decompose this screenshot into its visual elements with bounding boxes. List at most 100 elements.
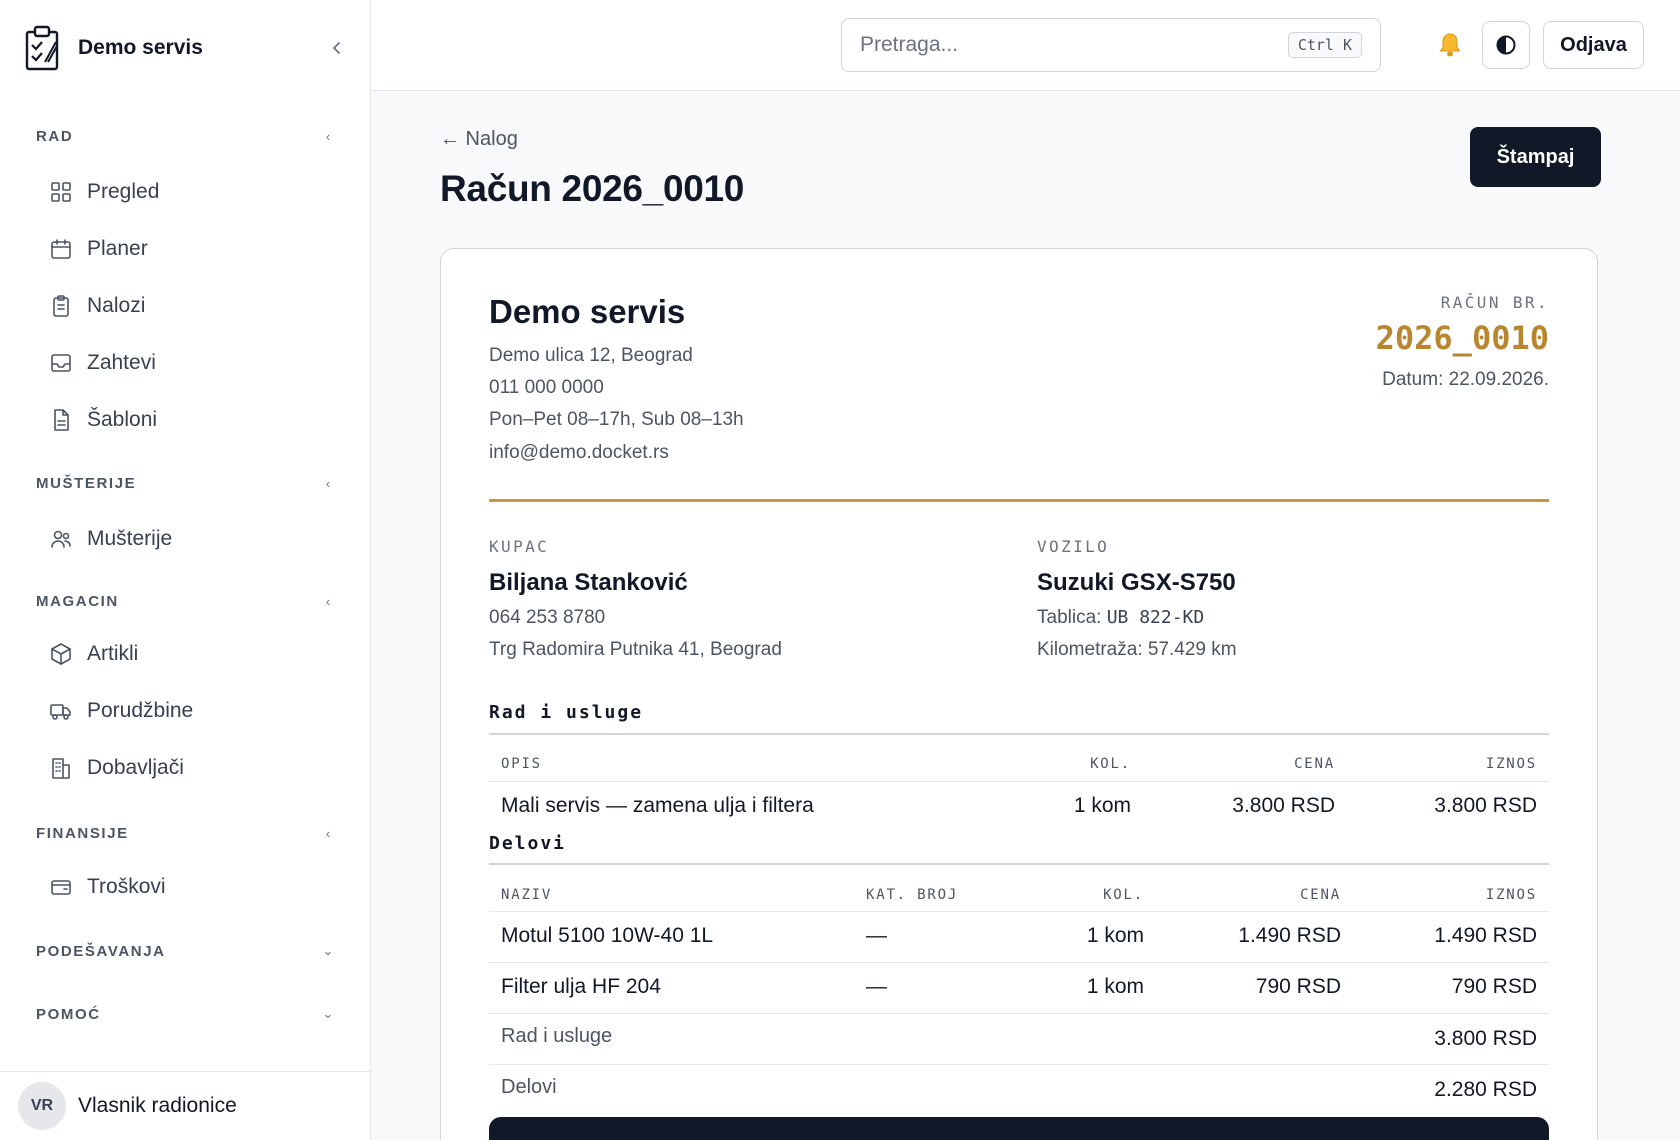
sidebar-item-label: Planer <box>87 237 148 260</box>
section-pomoc[interactable]: POMOĆ ⌄ <box>36 1002 336 1026</box>
service-amount: 3.800 RSD <box>1434 794 1537 817</box>
sidebar-item-nalozi[interactable]: Nalozi <box>36 284 336 328</box>
search-box[interactable]: Ctrl K <box>841 18 1381 72</box>
invoice-date: Datum: 22.09.2026. <box>1382 369 1549 390</box>
chevron-left-icon: ‹ <box>325 825 331 841</box>
half-circle-icon <box>1496 35 1516 55</box>
company-name: Demo servis <box>489 293 686 330</box>
subtotal-label: Rad i usluge <box>501 1025 613 1047</box>
section-podesavanja[interactable]: PODEŠAVANJA ⌄ <box>36 939 336 963</box>
service-description: Mali servis — zamena ulja i filtera <box>501 794 814 817</box>
part-qty: 1 kom <box>1086 975 1144 998</box>
sidebar-collapse-button[interactable] <box>325 36 349 60</box>
section-title: MAGACIN <box>36 592 119 610</box>
inbox-icon <box>46 348 76 378</box>
column-header: OPIS <box>501 756 542 772</box>
part-price: 1.490 RSD <box>1238 924 1341 947</box>
customer-phone: 064 253 8780 <box>489 607 606 628</box>
vehicle-mileage: Kilometraža: 57.429 km <box>1037 639 1237 660</box>
column-header: KOL. <box>1103 887 1144 903</box>
sidebar-item-planer[interactable]: Planer <box>36 227 336 271</box>
chevron-left-icon: ‹ <box>325 128 331 144</box>
section-finansije[interactable]: FINANSIJE ‹ <box>36 821 336 845</box>
column-header: CENA <box>1294 756 1335 772</box>
part-name: Motul 5100 10W-40 1L <box>501 924 714 947</box>
chevron-down-icon: ⌄ <box>322 1006 334 1021</box>
search-input[interactable] <box>860 33 1288 57</box>
package-icon <box>46 639 76 669</box>
divider <box>489 1064 1549 1065</box>
sidebar-item-artikli[interactable]: Artikli <box>36 632 336 676</box>
sidebar-item-label: Šabloni <box>87 408 158 431</box>
subtotal-label: Delovi <box>501 1076 557 1098</box>
section-magacin[interactable]: MAGACIN ‹ <box>36 589 336 613</box>
sidebar-item-dobavljaci[interactable]: Dobavljači <box>36 746 336 790</box>
divider <box>489 781 1549 782</box>
notifications-bell-icon[interactable] <box>1435 30 1465 60</box>
subtotal-value: 3.800 RSD <box>1434 1027 1537 1050</box>
invoice-number: 2026_0010 <box>1375 319 1549 357</box>
invoice-number-label: RAČUN BR. <box>1440 293 1549 312</box>
sidebar-item-pregled[interactable]: Pregled <box>36 170 336 214</box>
sidebar-item-zahtevi[interactable]: Zahtevi <box>36 341 336 385</box>
services-section-title: Rad i usluge <box>489 702 644 723</box>
company-phone: 011 000 0000 <box>489 377 604 398</box>
part-amount: 790 RSD <box>1451 975 1537 998</box>
part-catalog-number: — <box>866 975 887 998</box>
sidebar-item-label: Troškovi <box>87 875 166 898</box>
sidebar-item-label: Zahtevi <box>87 351 156 374</box>
truck-icon <box>46 696 76 726</box>
divider <box>489 863 1549 865</box>
wallet-icon <box>46 872 76 902</box>
sidebar-item-label: Mušterije <box>87 527 173 550</box>
sidebar-item-label: Artikli <box>87 642 139 665</box>
column-header: NAZIV <box>501 887 553 903</box>
search-shortcut-hint: Ctrl K <box>1287 32 1362 58</box>
brand-name: Demo servis <box>78 36 203 59</box>
clipboard-logo-icon <box>25 25 59 71</box>
section-title: PODEŠAVANJA <box>36 942 166 960</box>
sidebar-item-label: Pregled <box>87 180 160 203</box>
file-text-icon <box>46 405 76 435</box>
section-title: MUŠTERIJE <box>36 474 137 492</box>
company-email: info@demo.docket.rs <box>489 442 669 463</box>
plate-label: Tablica: <box>1037 607 1107 628</box>
part-catalog-number: — <box>866 924 887 947</box>
sidebar-item-troskovi[interactable]: Troškovi <box>36 865 336 909</box>
sidebar-item-musterije[interactable]: Mušterije <box>36 517 336 561</box>
building-icon <box>46 753 76 783</box>
page-title: Račun 2026_0010 <box>440 168 745 209</box>
section-title: FINANSIJE <box>36 824 129 842</box>
print-button[interactable]: Štampaj <box>1470 127 1601 187</box>
sidebar-item-label: Dobavljači <box>87 756 184 779</box>
sidebar-item-label: Porudžbine <box>87 699 194 722</box>
logout-button[interactable]: Odjava <box>1543 21 1644 69</box>
invoice-card: Demo servis Demo ulica 12, Beograd 011 0… <box>440 248 1598 1140</box>
vehicle-label: VOZILO <box>1037 537 1110 556</box>
chevron-left-icon: ‹ <box>325 593 331 609</box>
grand-total-bar <box>489 1117 1549 1140</box>
section-title: POMOĆ <box>36 1005 101 1023</box>
parts-section-title: Delovi <box>489 833 567 854</box>
sidebar-item-sabloni[interactable]: Šabloni <box>36 398 336 442</box>
sidebar-item-porudzbine[interactable]: Porudžbine <box>36 689 336 733</box>
section-rad[interactable]: RAD ‹ <box>36 124 336 148</box>
service-price: 3.800 RSD <box>1232 794 1335 817</box>
vehicle-name: Suzuki GSX-S750 <box>1037 569 1236 596</box>
user-menu[interactable]: VR Vlasnik radionice <box>0 1071 371 1140</box>
divider <box>489 499 1549 502</box>
topbar: Ctrl K Odjava <box>371 0 1680 91</box>
subtotal-value: 2.280 RSD <box>1434 1078 1537 1101</box>
users-icon <box>46 524 76 554</box>
back-to-order-link[interactable]: ← Nalog <box>440 128 518 151</box>
customer-label: KUPAC <box>489 537 550 556</box>
part-amount: 1.490 RSD <box>1434 924 1537 947</box>
column-header: KOL. <box>1090 756 1131 772</box>
grid-icon <box>46 177 76 207</box>
column-header: CENA <box>1300 887 1341 903</box>
section-musterije[interactable]: MUŠTERIJE ‹ <box>36 471 336 495</box>
company-hours: Pon–Pet 08–17h, Sub 08–13h <box>489 409 744 430</box>
sidebar: Demo servis RAD ‹ Pregled Planer Nalozi … <box>0 0 371 1140</box>
theme-toggle-button[interactable] <box>1482 21 1530 69</box>
customer-name: Biljana Stanković <box>489 569 688 596</box>
